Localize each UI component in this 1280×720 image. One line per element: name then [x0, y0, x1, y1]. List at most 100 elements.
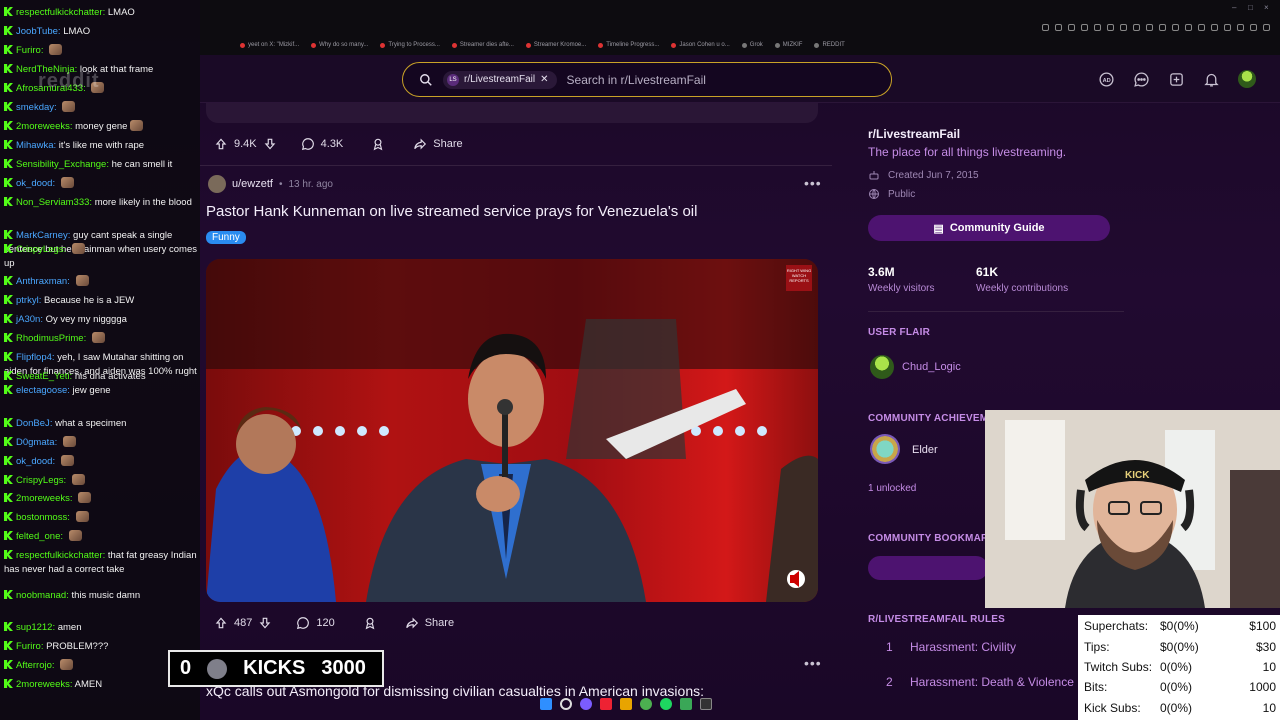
rule-item[interactable]: 2 Harassment: Death & Violence — [886, 675, 1074, 689]
upvote-icon[interactable] — [214, 616, 228, 630]
post-title[interactable]: Pastor Hank Kunneman on live streamed se… — [206, 203, 697, 220]
chat-username[interactable]: DonBeJ — [16, 418, 50, 429]
chat-username[interactable]: ok_dood — [16, 456, 52, 467]
chat-username[interactable]: noobmanad — [16, 590, 66, 601]
extension-icon[interactable] — [1146, 24, 1153, 31]
award-button[interactable] — [363, 616, 377, 630]
chat-username[interactable]: D0gmata — [16, 437, 55, 448]
chat-username[interactable]: smekday — [16, 102, 54, 113]
search-input[interactable]: Search in r/LivestreamFail — [567, 73, 706, 87]
remove-filter-icon[interactable]: ✕ — [540, 74, 548, 85]
chat-username[interactable]: MarkCarney — [16, 230, 68, 241]
award-button[interactable] — [371, 137, 385, 151]
create-icon[interactable] — [1168, 71, 1185, 88]
start-icon[interactable] — [540, 698, 552, 710]
chat-username[interactable]: Flipflop4 — [16, 352, 52, 363]
extension-icon[interactable] — [1172, 24, 1179, 31]
chat-username[interactable]: Sensibility_Exchange — [16, 159, 106, 170]
chat-username[interactable]: respectfulkickchatter — [16, 550, 103, 561]
more-options-icon[interactable]: ••• — [804, 655, 822, 671]
app-icon[interactable] — [580, 698, 592, 710]
post-video[interactable]: RIGHT WING WATCH REPORTS — [206, 259, 818, 602]
terminal-icon[interactable] — [700, 698, 712, 710]
maximize-icon[interactable]: □ — [1248, 4, 1256, 12]
chat-username[interactable]: Afterrojo — [16, 660, 52, 671]
close-icon[interactable]: × — [1264, 4, 1272, 12]
chat-username[interactable]: electagoose — [16, 385, 67, 396]
ad-icon[interactable]: AD — [1098, 71, 1115, 88]
notification-icon[interactable] — [1203, 71, 1220, 88]
chat-username[interactable]: JoobTube — [16, 26, 58, 37]
downvote-icon[interactable] — [258, 616, 272, 630]
bookmark-item[interactable]: Trying to Process... — [380, 42, 440, 48]
more-options-icon[interactable]: ••• — [804, 175, 822, 191]
chat-username[interactable]: sup1212 — [16, 622, 52, 633]
chat-username[interactable]: ok_dood — [16, 178, 52, 189]
author-avatar[interactable] — [208, 175, 226, 193]
chat-username[interactable]: CrispyLegs — [16, 244, 64, 255]
bookmark-item[interactable]: Why do so many... — [311, 42, 368, 48]
upvote-icon[interactable] — [214, 137, 228, 151]
chat-icon[interactable] — [1133, 71, 1150, 88]
extension-icon[interactable] — [1081, 24, 1088, 31]
chat-username[interactable]: SweatE_Yeti — [16, 371, 70, 382]
chat-username[interactable]: Furiro — [16, 641, 41, 652]
bookmark-item[interactable]: Streamer dies afte... — [451, 42, 514, 48]
chat-username[interactable]: Anthraxman — [16, 276, 67, 287]
chat-username[interactable]: 2moreweeks — [16, 121, 70, 132]
app-icon[interactable] — [600, 698, 612, 710]
extension-icon[interactable] — [1120, 24, 1127, 31]
search-icon[interactable] — [560, 698, 572, 710]
explorer-icon[interactable] — [620, 698, 632, 710]
extension-icon[interactable] — [1250, 24, 1257, 31]
extension-icon[interactable] — [1042, 24, 1049, 31]
bookmark-item[interactable]: Grok — [741, 42, 763, 48]
chat-username[interactable]: bostonmoss — [16, 512, 67, 523]
extension-icon[interactable] — [1211, 24, 1218, 31]
chat-username[interactable]: 2moreweeks — [16, 679, 70, 690]
bookmark-item[interactable]: Streamer Kromoe... — [525, 42, 586, 48]
app-icon[interactable] — [680, 698, 692, 710]
extension-icon[interactable] — [1133, 24, 1140, 31]
post-flair[interactable]: Funny — [206, 231, 246, 244]
extension-icon[interactable] — [1237, 24, 1244, 31]
user-flair-name[interactable]: Chud_Logic — [902, 361, 961, 373]
downvote-icon[interactable] — [263, 137, 277, 151]
chat-username[interactable]: respectfulkickchatter — [16, 7, 103, 18]
chat-username[interactable]: Non_Serviam333 — [16, 197, 89, 208]
extension-icon[interactable] — [1198, 24, 1205, 31]
share-button[interactable]: Share — [405, 616, 454, 630]
bookmark-button[interactable] — [868, 556, 988, 580]
profile-avatar[interactable] — [1238, 70, 1256, 88]
bookmark-item[interactable]: MIZKIF — [774, 42, 802, 48]
bookmark-item[interactable]: Timeline Progress... — [598, 42, 659, 48]
community-name[interactable]: r/LivestreamFail — [868, 127, 960, 141]
bookmark-item[interactable]: yeet on X: "Mizkif... — [240, 42, 299, 48]
chat-username[interactable]: RhodimusPrime — [16, 333, 84, 344]
extension-icon[interactable] — [1185, 24, 1192, 31]
browser-icon[interactable] — [640, 698, 652, 710]
search-bar[interactable]: LS r/LivestreamFail ✕ Search in r/Livest… — [402, 62, 892, 97]
bookmark-item[interactable]: REDDIT — [814, 42, 845, 48]
chat-username[interactable]: CrispyLegs — [16, 475, 64, 486]
achievement-unlocked[interactable]: 1 unlocked — [868, 483, 916, 494]
extension-icon[interactable] — [1159, 24, 1166, 31]
community-guide-button[interactable]: ▤ Community Guide — [868, 215, 1110, 241]
minimize-icon[interactable]: – — [1232, 4, 1240, 12]
chat-username[interactable]: 2moreweeks — [16, 493, 70, 504]
subreddit-filter-chip[interactable]: LS r/LivestreamFail ✕ — [443, 70, 557, 89]
extension-icon[interactable] — [1224, 24, 1231, 31]
extension-icon[interactable] — [1263, 24, 1270, 31]
chat-username[interactable]: jA30n — [16, 314, 40, 325]
chat-username[interactable]: felted_one — [16, 531, 60, 542]
chat-username[interactable]: ptrkyl — [16, 295, 39, 306]
extension-icon[interactable] — [1094, 24, 1101, 31]
extension-icon[interactable] — [1055, 24, 1062, 31]
spotify-icon[interactable] — [660, 698, 672, 710]
chat-username[interactable]: Mihawka — [16, 140, 54, 151]
share-button[interactable]: Share — [413, 137, 463, 151]
rule-item[interactable]: 1 Harassment: Civility — [886, 640, 1016, 654]
extension-icon[interactable] — [1107, 24, 1114, 31]
post-author[interactable]: u/ewzetf — [232, 178, 273, 190]
extension-icon[interactable] — [1068, 24, 1075, 31]
